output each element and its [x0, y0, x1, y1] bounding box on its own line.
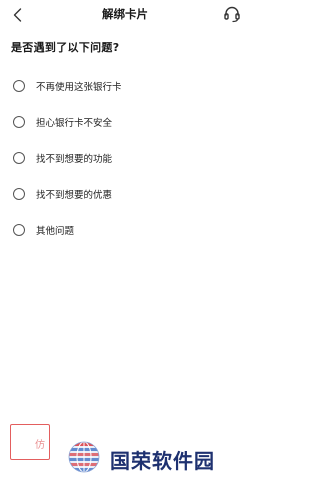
radio-button[interactable] [13, 80, 25, 92]
chevron-left-icon [13, 8, 22, 22]
option-label: 找不到想要的功能 [36, 154, 113, 165]
customer-service-button[interactable] [222, 4, 242, 24]
option-security-concern[interactable]: 担心银行卡不安全 [0, 104, 250, 140]
option-label: 其他问题 [36, 226, 75, 237]
reason-options: 不再使用这张银行卡 担心银行卡不安全 找不到想要的功能 找不到想要的优惠 其他问… [0, 68, 250, 248]
option-no-longer-use[interactable]: 不再使用这张银行卡 [0, 68, 250, 104]
back-button[interactable] [8, 5, 28, 25]
page-title: 解绑卡片 [102, 7, 148, 21]
watermark-text: 国荣软件园 [110, 449, 215, 473]
bottom-action-button[interactable]: 仿 [10, 424, 50, 460]
radio-button[interactable] [13, 152, 25, 164]
option-label: 担心银行卡不安全 [36, 118, 113, 129]
option-other[interactable]: 其他问题 [0, 212, 250, 248]
unbind-card-page: 解绑卡片 是否遇到了以下问题? 不再使用这张银行卡 担心银行卡不安全 找不到想要… [0, 0, 250, 486]
nav-header: 解绑卡片 [0, 0, 250, 28]
bottom-action-label: 仿 [35, 440, 45, 451]
option-discount-not-found[interactable]: 找不到想要的优惠 [0, 176, 250, 212]
watermark: 国荣软件园 [66, 439, 246, 479]
option-feature-not-found[interactable]: 找不到想要的功能 [0, 140, 250, 176]
question-heading: 是否遇到了以下问题? [11, 41, 120, 54]
radio-button[interactable] [13, 116, 25, 128]
globe-logo-icon [68, 441, 100, 473]
radio-button[interactable] [13, 188, 25, 200]
headset-icon [224, 6, 240, 23]
option-label: 找不到想要的优惠 [36, 190, 113, 201]
radio-button[interactable] [13, 224, 25, 236]
option-label: 不再使用这张银行卡 [36, 82, 122, 93]
